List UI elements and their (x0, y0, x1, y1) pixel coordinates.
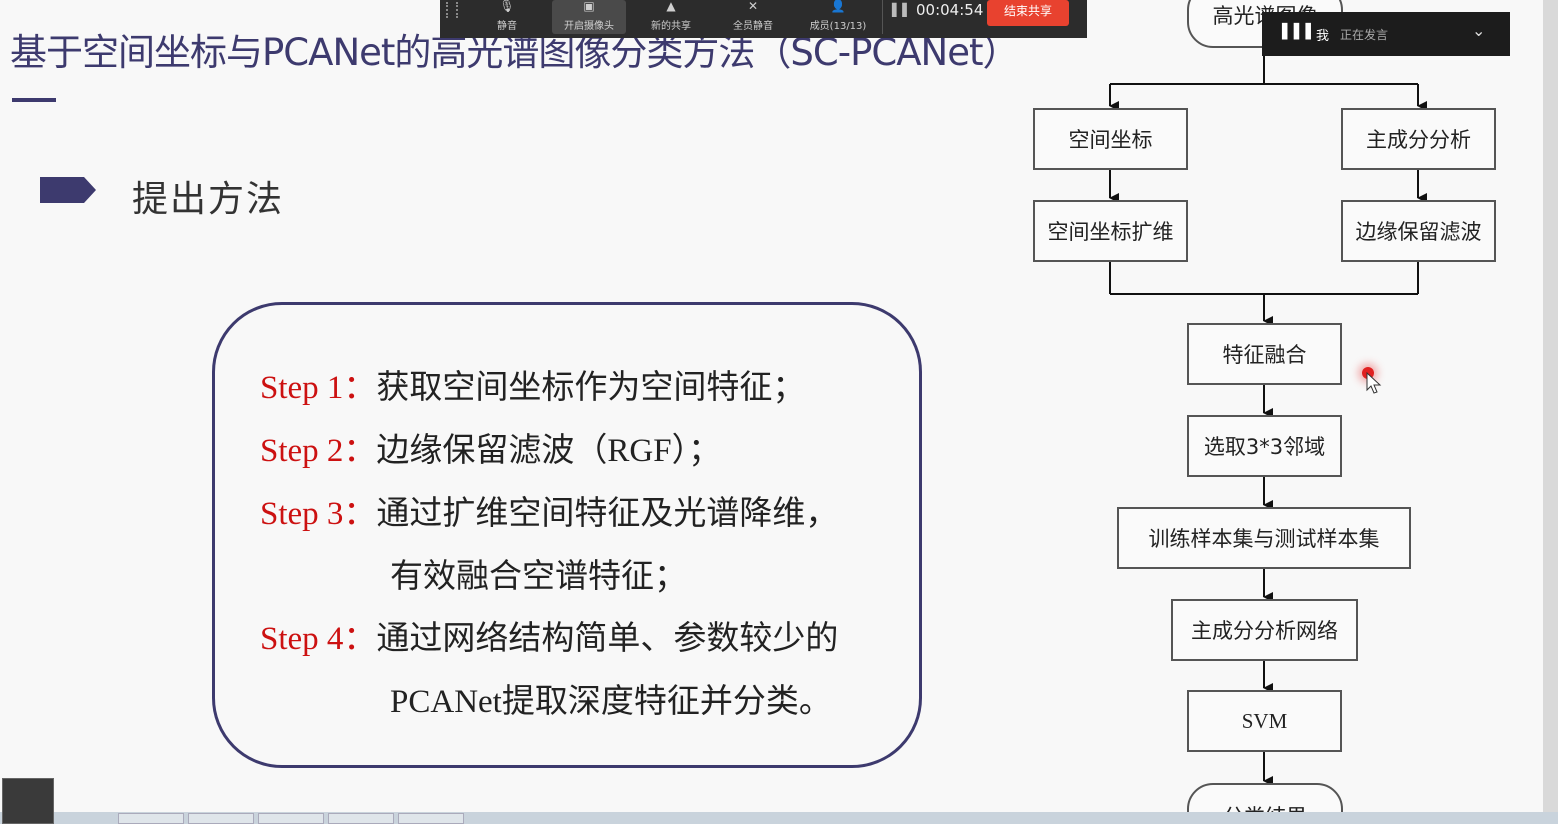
new-share-button[interactable]: ▲ 新的共享 (636, 0, 706, 34)
toolbar-divider (882, 0, 883, 34)
flow-node-spatial-coordinates: 空间坐标 (1033, 108, 1188, 170)
flow-node-edge-preserving-filter: 边缘保留滤波 (1341, 200, 1496, 262)
taskbar-app-1[interactable] (118, 813, 184, 824)
flow-node-pca: 主成分分析 (1341, 108, 1496, 170)
flow-node-sample-sets: 训练样本集与测试样本集 (1117, 507, 1411, 569)
microphone-icon: 🎙 (499, 0, 515, 13)
mute-all-label: 全员静音 (733, 21, 773, 32)
end-share-button[interactable]: 结束共享 (987, 0, 1069, 26)
flow-node-svm: SVM (1187, 690, 1342, 752)
meeting-timer: 00:04:54 (916, 1, 984, 19)
taskbar-app-4[interactable] (328, 813, 394, 824)
taskbar-app-5[interactable] (398, 813, 464, 824)
signal-icon: ▌▌ (892, 3, 913, 17)
flow-node-neighborhood: 选取3*3邻域 (1187, 415, 1342, 477)
mute-label: 静音 (497, 21, 517, 32)
members-button[interactable]: 👤 成员(13/13) (800, 0, 876, 34)
mute-button[interactable]: 🎙 静音 (472, 0, 542, 34)
speaker-status: 正在发言 (1340, 28, 1389, 42)
presentation-slide: 基于空间坐标与PCANet的高光谱图像分类方法（SC-PCANet） 提出方法 … (0, 0, 1543, 812)
new-share-label: 新的共享 (651, 21, 691, 32)
speaker-name: 我 (1316, 29, 1330, 44)
camera-icon: ▣ (583, 0, 595, 13)
app-launcher-icon[interactable] (2, 778, 54, 824)
window-edge (1543, 0, 1558, 812)
flow-end-node: 分类结果 (1187, 783, 1343, 812)
members-icon: 👤 (830, 0, 846, 13)
meeting-toolbar: 🎙 静音 ▣ 开启摄像头 ▲ 新的共享 ✕ 全员静音 👤 成员(13/13) ▌… (440, 0, 1087, 38)
flow-node-pca-network: 主成分分析网络 (1171, 599, 1358, 661)
mouse-cursor-icon (1366, 372, 1382, 394)
speaker-indicator: ▌▌▌ 我 正在发言 ⌄ (1262, 12, 1510, 56)
share-icon: ▲ (666, 0, 676, 13)
flow-node-feature-fusion: 特征融合 (1187, 323, 1342, 385)
camera-button[interactable]: ▣ 开启摄像头 (552, 0, 626, 34)
members-label: 成员(13/13) (809, 21, 867, 32)
mute-all-button[interactable]: ✕ 全员静音 (718, 0, 788, 34)
mute-all-icon: ✕ (747, 0, 759, 13)
taskbar-app-2[interactable] (188, 813, 254, 824)
taskbar-app-3[interactable] (258, 813, 324, 824)
camera-label: 开启摄像头 (564, 21, 614, 32)
flow-node-coordinate-expansion: 空间坐标扩维 (1033, 200, 1188, 262)
chevron-down-icon[interactable]: ⌄ (1472, 21, 1485, 40)
drag-handle-icon[interactable] (446, 2, 458, 18)
speaking-icon: ▌▌▌ (1282, 24, 1318, 40)
